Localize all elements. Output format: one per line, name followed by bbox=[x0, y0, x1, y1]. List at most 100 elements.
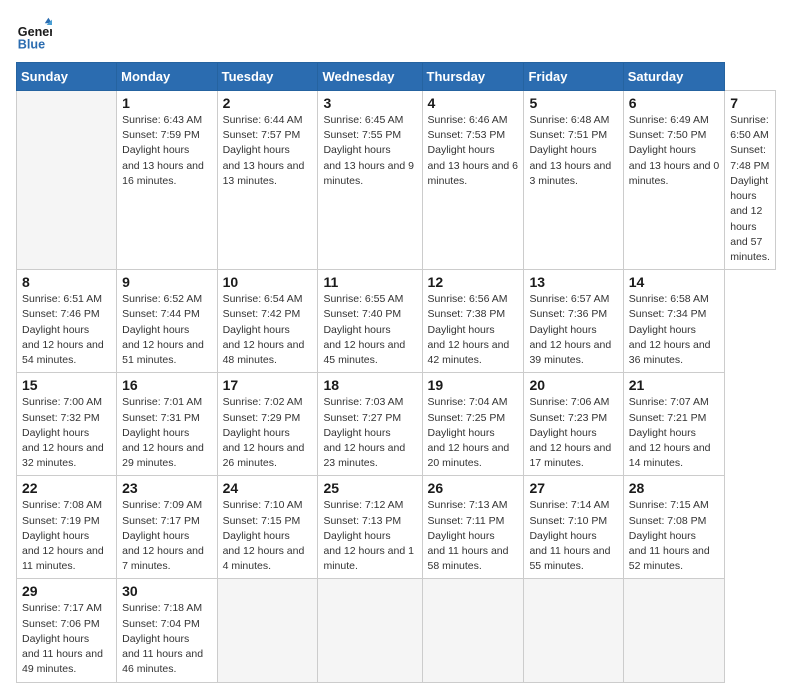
day-number: 26 bbox=[428, 480, 519, 496]
calendar-day-cell: 29 Sunrise: 7:17 AM Sunset: 7:06 PM Dayl… bbox=[17, 579, 117, 682]
calendar-day-cell bbox=[318, 579, 422, 682]
day-info: Sunrise: 6:45 AM Sunset: 7:55 PM Dayligh… bbox=[323, 113, 416, 189]
day-info: Sunrise: 7:10 AM Sunset: 7:15 PM Dayligh… bbox=[223, 498, 313, 574]
day-info: Sunrise: 7:06 AM Sunset: 7:23 PM Dayligh… bbox=[529, 395, 617, 471]
calendar-day-cell: 2 Sunrise: 6:44 AM Sunset: 7:57 PM Dayli… bbox=[217, 91, 318, 270]
calendar-day-cell: 26 Sunrise: 7:13 AM Sunset: 7:11 PM Dayl… bbox=[422, 476, 524, 579]
calendar-day-cell: 7 Sunrise: 6:50 AM Sunset: 7:48 PM Dayli… bbox=[725, 91, 776, 270]
day-number: 24 bbox=[223, 480, 313, 496]
day-info: Sunrise: 7:03 AM Sunset: 7:27 PM Dayligh… bbox=[323, 395, 416, 471]
day-number: 4 bbox=[428, 95, 519, 111]
weekday-monday: Monday bbox=[117, 63, 217, 91]
calendar-week-4: 29 Sunrise: 7:17 AM Sunset: 7:06 PM Dayl… bbox=[17, 579, 776, 682]
day-number: 22 bbox=[22, 480, 111, 496]
calendar-day-cell: 25 Sunrise: 7:12 AM Sunset: 7:13 PM Dayl… bbox=[318, 476, 422, 579]
calendar-day-cell bbox=[524, 579, 623, 682]
day-info: Sunrise: 7:13 AM Sunset: 7:11 PM Dayligh… bbox=[428, 498, 519, 574]
weekday-thursday: Thursday bbox=[422, 63, 524, 91]
calendar-day-cell: 16 Sunrise: 7:01 AM Sunset: 7:31 PM Dayl… bbox=[117, 373, 217, 476]
day-info: Sunrise: 7:18 AM Sunset: 7:04 PM Dayligh… bbox=[122, 601, 211, 677]
calendar-day-cell: 6 Sunrise: 6:49 AM Sunset: 7:50 PM Dayli… bbox=[623, 91, 724, 270]
day-number: 16 bbox=[122, 377, 211, 393]
day-info: Sunrise: 7:17 AM Sunset: 7:06 PM Dayligh… bbox=[22, 601, 111, 677]
calendar-day-cell: 12 Sunrise: 6:56 AM Sunset: 7:38 PM Dayl… bbox=[422, 270, 524, 373]
logo-icon: General Blue bbox=[16, 16, 52, 52]
day-info: Sunrise: 6:43 AM Sunset: 7:59 PM Dayligh… bbox=[122, 113, 211, 189]
calendar-week-3: 22 Sunrise: 7:08 AM Sunset: 7:19 PM Dayl… bbox=[17, 476, 776, 579]
calendar-day-cell: 21 Sunrise: 7:07 AM Sunset: 7:21 PM Dayl… bbox=[623, 373, 724, 476]
calendar-day-cell: 3 Sunrise: 6:45 AM Sunset: 7:55 PM Dayli… bbox=[318, 91, 422, 270]
day-number: 7 bbox=[730, 95, 770, 111]
day-info: Sunrise: 6:55 AM Sunset: 7:40 PM Dayligh… bbox=[323, 292, 416, 368]
day-number: 9 bbox=[122, 274, 211, 290]
weekday-header-row: SundayMondayTuesdayWednesdayThursdayFrid… bbox=[17, 63, 776, 91]
day-info: Sunrise: 7:14 AM Sunset: 7:10 PM Dayligh… bbox=[529, 498, 617, 574]
day-number: 30 bbox=[122, 583, 211, 599]
empty-cell bbox=[17, 91, 117, 270]
calendar-day-cell: 22 Sunrise: 7:08 AM Sunset: 7:19 PM Dayl… bbox=[17, 476, 117, 579]
calendar-day-cell: 17 Sunrise: 7:02 AM Sunset: 7:29 PM Dayl… bbox=[217, 373, 318, 476]
day-number: 11 bbox=[323, 274, 416, 290]
calendar-day-cell: 24 Sunrise: 7:10 AM Sunset: 7:15 PM Dayl… bbox=[217, 476, 318, 579]
day-number: 23 bbox=[122, 480, 211, 496]
calendar-day-cell: 8 Sunrise: 6:51 AM Sunset: 7:46 PM Dayli… bbox=[17, 270, 117, 373]
calendar-day-cell: 20 Sunrise: 7:06 AM Sunset: 7:23 PM Dayl… bbox=[524, 373, 623, 476]
calendar-day-cell bbox=[217, 579, 318, 682]
day-number: 3 bbox=[323, 95, 416, 111]
calendar-day-cell: 9 Sunrise: 6:52 AM Sunset: 7:44 PM Dayli… bbox=[117, 270, 217, 373]
day-number: 15 bbox=[22, 377, 111, 393]
calendar-day-cell bbox=[623, 579, 724, 682]
page-header: General Blue bbox=[16, 16, 776, 52]
calendar-day-cell bbox=[422, 579, 524, 682]
day-number: 20 bbox=[529, 377, 617, 393]
calendar-day-cell: 10 Sunrise: 6:54 AM Sunset: 7:42 PM Dayl… bbox=[217, 270, 318, 373]
day-info: Sunrise: 7:12 AM Sunset: 7:13 PM Dayligh… bbox=[323, 498, 416, 574]
day-info: Sunrise: 6:50 AM Sunset: 7:48 PM Dayligh… bbox=[730, 113, 770, 265]
day-info: Sunrise: 6:48 AM Sunset: 7:51 PM Dayligh… bbox=[529, 113, 617, 189]
logo: General Blue bbox=[16, 16, 58, 52]
weekday-saturday: Saturday bbox=[623, 63, 724, 91]
calendar-day-cell: 14 Sunrise: 6:58 AM Sunset: 7:34 PM Dayl… bbox=[623, 270, 724, 373]
day-info: Sunrise: 6:56 AM Sunset: 7:38 PM Dayligh… bbox=[428, 292, 519, 368]
svg-text:Blue: Blue bbox=[18, 37, 45, 51]
calendar-day-cell: 18 Sunrise: 7:03 AM Sunset: 7:27 PM Dayl… bbox=[318, 373, 422, 476]
calendar-day-cell: 30 Sunrise: 7:18 AM Sunset: 7:04 PM Dayl… bbox=[117, 579, 217, 682]
day-number: 2 bbox=[223, 95, 313, 111]
weekday-tuesday: Tuesday bbox=[217, 63, 318, 91]
day-number: 8 bbox=[22, 274, 111, 290]
day-number: 14 bbox=[629, 274, 719, 290]
weekday-friday: Friday bbox=[524, 63, 623, 91]
day-info: Sunrise: 6:54 AM Sunset: 7:42 PM Dayligh… bbox=[223, 292, 313, 368]
weekday-wednesday: Wednesday bbox=[318, 63, 422, 91]
day-number: 28 bbox=[629, 480, 719, 496]
day-number: 19 bbox=[428, 377, 519, 393]
calendar-day-cell: 23 Sunrise: 7:09 AM Sunset: 7:17 PM Dayl… bbox=[117, 476, 217, 579]
calendar-day-cell: 4 Sunrise: 6:46 AM Sunset: 7:53 PM Dayli… bbox=[422, 91, 524, 270]
day-number: 1 bbox=[122, 95, 211, 111]
day-info: Sunrise: 6:58 AM Sunset: 7:34 PM Dayligh… bbox=[629, 292, 719, 368]
day-info: Sunrise: 7:02 AM Sunset: 7:29 PM Dayligh… bbox=[223, 395, 313, 471]
calendar-day-cell: 28 Sunrise: 7:15 AM Sunset: 7:08 PM Dayl… bbox=[623, 476, 724, 579]
day-info: Sunrise: 7:01 AM Sunset: 7:31 PM Dayligh… bbox=[122, 395, 211, 471]
day-number: 21 bbox=[629, 377, 719, 393]
day-info: Sunrise: 7:00 AM Sunset: 7:32 PM Dayligh… bbox=[22, 395, 111, 471]
calendar-day-cell: 19 Sunrise: 7:04 AM Sunset: 7:25 PM Dayl… bbox=[422, 373, 524, 476]
day-number: 25 bbox=[323, 480, 416, 496]
day-number: 13 bbox=[529, 274, 617, 290]
day-info: Sunrise: 6:49 AM Sunset: 7:50 PM Dayligh… bbox=[629, 113, 719, 189]
day-info: Sunrise: 6:52 AM Sunset: 7:44 PM Dayligh… bbox=[122, 292, 211, 368]
day-number: 5 bbox=[529, 95, 617, 111]
day-number: 17 bbox=[223, 377, 313, 393]
calendar-week-1: 8 Sunrise: 6:51 AM Sunset: 7:46 PM Dayli… bbox=[17, 270, 776, 373]
calendar-week-0: 1 Sunrise: 6:43 AM Sunset: 7:59 PM Dayli… bbox=[17, 91, 776, 270]
day-info: Sunrise: 7:15 AM Sunset: 7:08 PM Dayligh… bbox=[629, 498, 719, 574]
calendar-day-cell: 27 Sunrise: 7:14 AM Sunset: 7:10 PM Dayl… bbox=[524, 476, 623, 579]
calendar-day-cell: 15 Sunrise: 7:00 AM Sunset: 7:32 PM Dayl… bbox=[17, 373, 117, 476]
day-number: 29 bbox=[22, 583, 111, 599]
calendar-body: 1 Sunrise: 6:43 AM Sunset: 7:59 PM Dayli… bbox=[17, 91, 776, 683]
day-info: Sunrise: 7:07 AM Sunset: 7:21 PM Dayligh… bbox=[629, 395, 719, 471]
calendar-header: SundayMondayTuesdayWednesdayThursdayFrid… bbox=[17, 63, 776, 91]
day-info: Sunrise: 6:46 AM Sunset: 7:53 PM Dayligh… bbox=[428, 113, 519, 189]
day-info: Sunrise: 6:44 AM Sunset: 7:57 PM Dayligh… bbox=[223, 113, 313, 189]
calendar-week-2: 15 Sunrise: 7:00 AM Sunset: 7:32 PM Dayl… bbox=[17, 373, 776, 476]
